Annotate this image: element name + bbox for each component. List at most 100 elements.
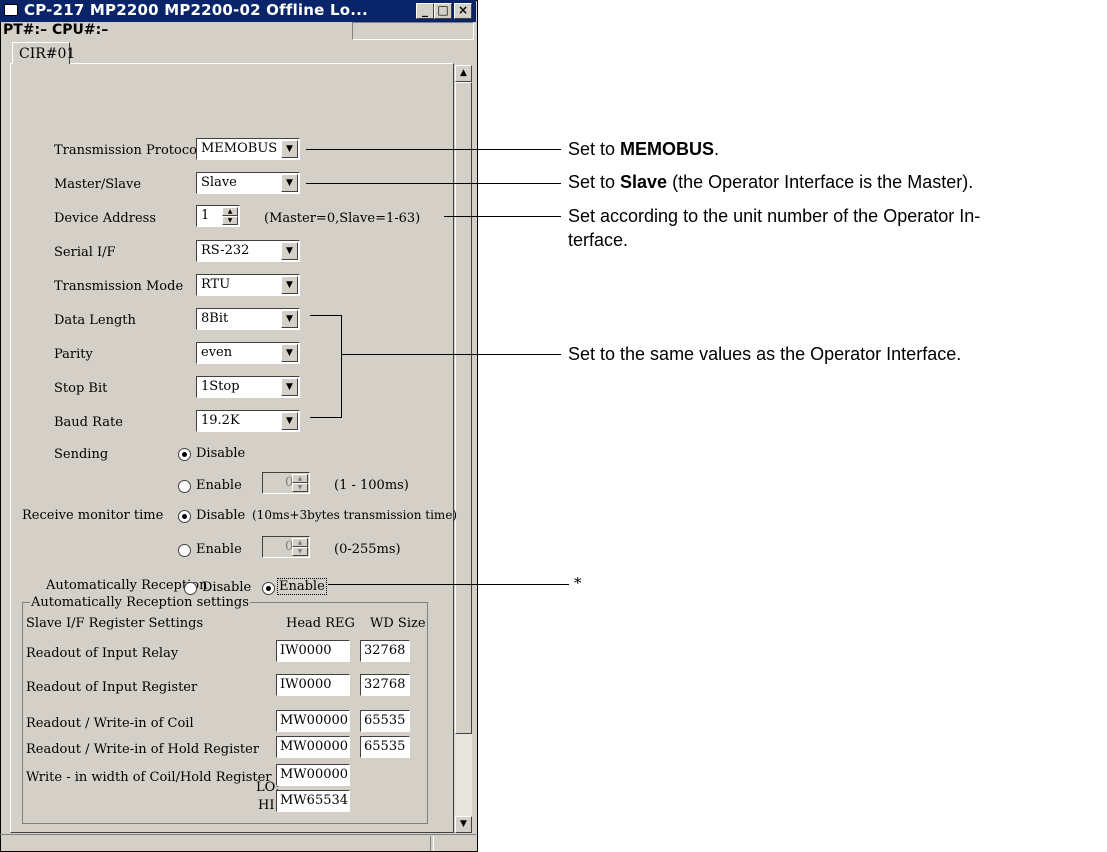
annotation-asterisk: *: [574, 574, 582, 592]
callout-line: [444, 216, 561, 217]
callout-line: [310, 417, 342, 418]
group-title: Automatically Reception settings: [30, 595, 250, 610]
wd-size-header: WD Size: [370, 616, 426, 631]
transmission-protocol-value: MEMOBUS: [201, 141, 278, 156]
scroll-up-icon[interactable]: ▲: [455, 65, 472, 82]
chevron-down-icon[interactable]: ▼: [281, 344, 298, 362]
receive-monitor-range: (0-255ms): [334, 542, 401, 557]
status-field: [352, 22, 474, 40]
spin-down-icon[interactable]: ▼: [292, 547, 308, 556]
master-slave-label: Master/Slave: [54, 177, 142, 192]
callout-line: [306, 183, 561, 184]
annotation-master-slave: Set to Slave (the Operator Interface is …: [568, 172, 974, 192]
auto-reception-disable-radio[interactable]: [184, 582, 197, 595]
receive-disable-label: Disable: [196, 508, 246, 523]
hi-input[interactable]: MW65534: [276, 790, 350, 812]
app-icon: [4, 4, 18, 16]
baud-rate-value: 19.2K: [201, 413, 240, 428]
annotation-device-address: Set according to the unit number of the …: [568, 206, 980, 251]
head-reg-input[interactable]: IW0000: [276, 640, 350, 662]
transmission-mode-label: Transmission Mode: [54, 279, 184, 294]
annotation-line: Set according to the unit number of the …: [568, 206, 981, 226]
transmission-mode-select[interactable]: RTU ▼: [196, 274, 300, 296]
close-button[interactable]: ×: [454, 3, 472, 19]
wd-size-input[interactable]: 32768: [360, 640, 410, 662]
chevron-down-icon[interactable]: ▼: [281, 378, 298, 396]
wd-size-input[interactable]: 65535: [360, 736, 410, 758]
callout-line: [306, 149, 561, 150]
receive-monitor-stepper[interactable]: 0 ▲ ▼: [262, 536, 310, 558]
callout-line: [341, 354, 561, 355]
transmission-mode-value: RTU: [201, 277, 231, 292]
auto-reception-disable-label: Disable: [202, 580, 252, 595]
baud-rate-select[interactable]: 19.2K ▼: [196, 410, 300, 432]
sending-disable-label: Disable: [196, 446, 246, 461]
spin-down-icon[interactable]: ▼: [222, 216, 238, 225]
wd-size-input[interactable]: 32768: [360, 674, 410, 696]
callout-line: [310, 315, 342, 316]
auto-reception-enable-label: Enable: [277, 578, 327, 595]
device-address-label: Device Address: [54, 211, 157, 226]
head-reg-input[interactable]: MW00000: [276, 736, 350, 758]
window-title: CP-217 MP2200 MP2200-02 Offline Lo...: [24, 1, 368, 19]
chevron-down-icon[interactable]: ▼: [281, 276, 298, 294]
stop-bit-select[interactable]: 1Stop ▼: [196, 376, 300, 398]
register-row-label: Readout / Write-in of Hold Register: [26, 742, 260, 757]
serial-if-value: RS-232: [201, 243, 250, 258]
minimize-button[interactable]: _: [416, 3, 434, 19]
baud-rate-label: Baud Rate: [54, 415, 123, 430]
spin-up-icon[interactable]: ▲: [292, 474, 308, 483]
status-divider: [430, 836, 434, 851]
serial-if-label: Serial I/F: [54, 245, 116, 260]
sending-range: (1 - 100ms): [334, 478, 409, 493]
wd-size-input[interactable]: 65535: [360, 710, 410, 732]
lo-input[interactable]: MW00000: [276, 764, 350, 786]
scroll-down-icon[interactable]: ▼: [455, 816, 472, 833]
maximize-button[interactable]: □: [434, 3, 452, 19]
chevron-down-icon[interactable]: ▼: [281, 174, 298, 192]
master-slave-value: Slave: [201, 175, 237, 190]
head-reg-input[interactable]: MW00000: [276, 710, 350, 732]
chevron-down-icon[interactable]: ▼: [281, 242, 298, 260]
sending-enable-radio[interactable]: [178, 480, 191, 493]
receive-enable-radio[interactable]: [178, 544, 191, 557]
annotation-protocol: Set to MEMOBUS.: [568, 139, 720, 159]
callout-line: [328, 584, 569, 585]
receive-enable-label: Enable: [196, 542, 242, 557]
serial-if-select[interactable]: RS-232 ▼: [196, 240, 300, 262]
data-length-label: Data Length: [54, 313, 136, 328]
device-address-stepper[interactable]: 1 ▲ ▼: [196, 205, 240, 227]
sending-enable-label: Enable: [196, 478, 242, 493]
register-row-label: Readout of Input Register: [26, 680, 198, 695]
stop-bit-value: 1Stop: [201, 379, 240, 394]
receive-monitor-note: (10ms+3bytes transmission time): [252, 508, 458, 522]
transmission-protocol-select[interactable]: MEMOBUS ▼: [196, 138, 300, 160]
tab-cir01[interactable]: CIR#01: [12, 42, 75, 64]
device-address-value: 1: [201, 208, 210, 223]
annotation-line: terface.: [568, 230, 629, 250]
sending-interval-stepper[interactable]: 0 ▲ ▼: [262, 472, 310, 494]
receive-monitor-label: Receive monitor time: [22, 508, 164, 523]
stop-bit-label: Stop Bit: [54, 381, 108, 396]
scrollbar-thumb[interactable]: [455, 82, 472, 734]
auto-reception-enable-radio[interactable]: [262, 582, 275, 595]
parity-value: even: [201, 345, 233, 360]
chevron-down-icon[interactable]: ▼: [281, 140, 298, 158]
data-length-select[interactable]: 8Bit ▼: [196, 308, 300, 330]
receive-disable-radio[interactable]: [178, 510, 191, 523]
annotation-comm-params: Set to the same values as the Operator I…: [568, 344, 962, 364]
parity-select[interactable]: even ▼: [196, 342, 300, 364]
pt-cpu-label: PT#:– CPU#:–: [3, 22, 109, 38]
master-slave-select[interactable]: Slave ▼: [196, 172, 300, 194]
sending-label: Sending: [54, 447, 109, 462]
spin-down-icon[interactable]: ▼: [292, 483, 308, 492]
register-row-label: Readout / Write-in of Coil: [26, 716, 194, 731]
head-reg-input[interactable]: IW0000: [276, 674, 350, 696]
head-reg-header: Head REG: [286, 616, 355, 631]
sending-disable-radio[interactable]: [178, 448, 191, 461]
spin-up-icon[interactable]: ▲: [292, 538, 308, 547]
chevron-down-icon[interactable]: ▼: [281, 310, 298, 328]
chevron-down-icon[interactable]: ▼: [281, 412, 298, 430]
slave-if-header: Slave I/F Register Settings: [26, 616, 204, 631]
spin-up-icon[interactable]: ▲: [222, 207, 238, 216]
